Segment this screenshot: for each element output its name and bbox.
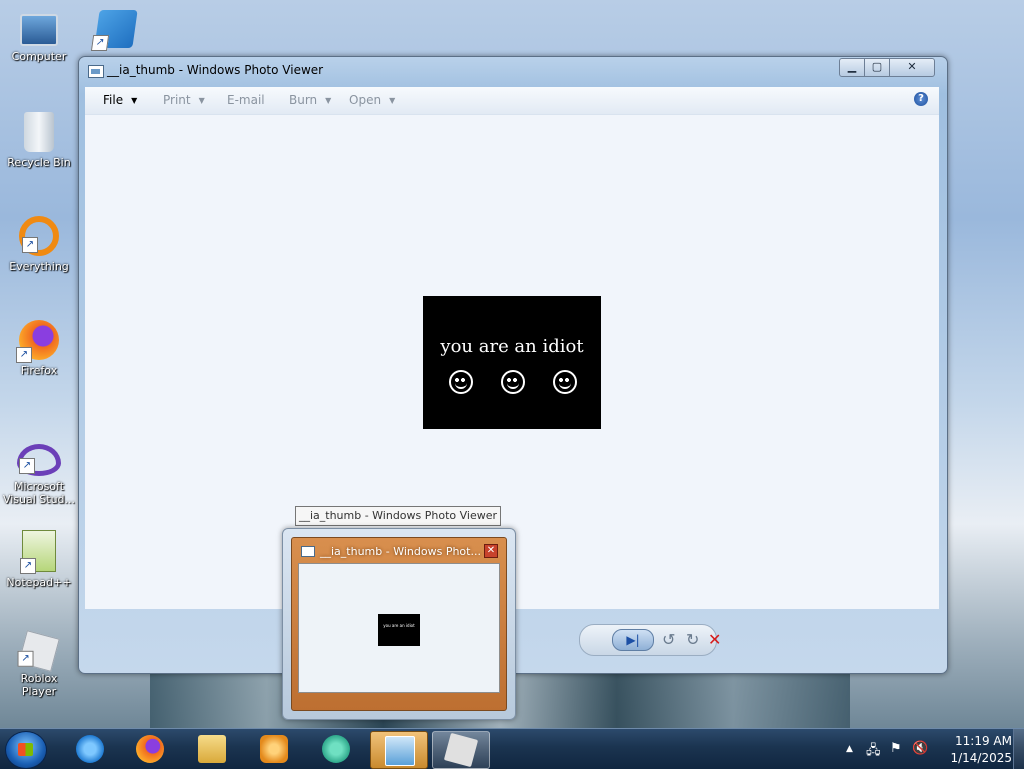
open-menu[interactable]: Open ▼ [349, 93, 395, 107]
minimize-button[interactable]: ▁ [839, 58, 865, 77]
volume-muted-icon[interactable]: 🔇 [912, 741, 928, 756]
desktop-icon-everything[interactable]: ↗ Everything [2, 216, 76, 273]
media-player-icon [260, 735, 288, 763]
windows-logo-icon [18, 743, 33, 756]
desktop-icon-shortcut[interactable]: ↗ [90, 10, 140, 52]
desktop-icon-label: Everything [9, 260, 69, 273]
taskbar-media-player[interactable] [246, 731, 302, 767]
photo-viewer-icon [88, 65, 104, 78]
shortcut-arrow-icon: ↗ [19, 458, 35, 474]
computer-icon [20, 14, 58, 46]
taskbar-internet-explorer[interactable] [62, 731, 118, 767]
file-menu-label: File [103, 93, 124, 107]
thumbnail-photo: you are an idiot [378, 614, 420, 646]
app-shortcut-icon: ↗ [90, 10, 138, 51]
chevron-down-icon: ▼ [198, 96, 205, 105]
file-explorer-icon [198, 735, 226, 763]
shortcut-arrow-icon: ↗ [17, 650, 34, 667]
desktop-icon-label: Firefox [20, 364, 58, 377]
shortcut-arrow-icon: ↗ [20, 558, 36, 574]
print-menu-label: Print [163, 93, 191, 107]
clock-date[interactable]: 1/14/2025 [948, 751, 1012, 765]
taskbar-thumbnail-preview[interactable]: __ia_thumb - Windows Phot... ✕ you are a… [282, 528, 516, 720]
shortcut-arrow-icon: ↗ [90, 35, 110, 51]
window-titlebar[interactable]: __ia_thumb - Windows Photo Viewer ▁ ▢ ✕ [79, 57, 947, 85]
thumbnail-title: __ia_thumb - Windows Phot... [320, 545, 481, 558]
network-icon[interactable]: 🖧 [866, 741, 881, 763]
burn-menu-label: Burn [289, 93, 318, 107]
maximize-icon: ▢ [871, 60, 883, 73]
chevron-down-icon: ▼ [389, 96, 396, 105]
minimize-icon: ▁ [847, 60, 857, 73]
desktop-icon-label: Microsoft Visual Stud... [2, 480, 76, 506]
taskbar-firefox[interactable] [122, 731, 178, 767]
taskbar-tooltip: __ia_thumb - Windows Photo Viewer [295, 506, 501, 526]
rotate-clockwise-icon[interactable]: ↻ [686, 630, 699, 649]
desktop-icon-label: Computer [11, 50, 67, 63]
taskbar-chat-app[interactable] [308, 731, 364, 767]
smiley-face-icon [553, 370, 577, 394]
system-tray: ▲ 🖧 ⚑ 🔇 11:19 AM 1/14/2025 [840, 729, 1024, 769]
displayed-photo: you are an idiot [423, 296, 601, 429]
recycle-bin-icon [24, 112, 54, 152]
roblox-icon: ↗ [17, 630, 60, 672]
thumbnail-window-snapshot: you are an idiot [298, 563, 500, 693]
firefox-icon [136, 735, 164, 763]
smiley-face-icon [501, 370, 525, 394]
action-center-flag-icon[interactable]: ⚑ [890, 741, 902, 756]
taskbar-photo-viewer[interactable] [370, 731, 428, 769]
desktop-icon-computer[interactable]: Computer [2, 10, 76, 63]
photo-viewer-icon [385, 736, 415, 766]
visual-studio-icon: ↗ [17, 444, 61, 476]
file-menu[interactable]: File ▼ [103, 93, 137, 107]
start-button[interactable] [5, 731, 47, 769]
email-button[interactable]: E-mail [227, 93, 265, 107]
desktop-icon-firefox[interactable]: ↗ Firefox [2, 320, 76, 377]
desktop-icon-roblox[interactable]: ↗ Roblox Player [2, 630, 76, 698]
smiley-face-icon [449, 370, 473, 394]
chevron-down-icon: ▼ [131, 96, 138, 105]
notepad-plus-plus-icon: ↗ [20, 530, 56, 574]
desktop-icon-visual-studio[interactable]: ↗ Microsoft Visual Stud... [2, 436, 76, 506]
taskbar-file-explorer[interactable] [184, 731, 240, 767]
close-button[interactable]: ✕ [889, 58, 935, 77]
maximize-button[interactable]: ▢ [864, 58, 890, 77]
desktop-icon-label: Roblox Player [20, 672, 58, 698]
chevron-down-icon: ▼ [325, 96, 332, 105]
thumbnail-photo-caption: you are an idiot [383, 623, 415, 628]
desktop-icon-recycle-bin[interactable]: Recycle Bin [2, 112, 76, 169]
toolbar: File ▼ Print ▼ E-mail Burn ▼ Open ▼ ? [85, 87, 939, 115]
desktop-icon-label: Notepad++ [6, 576, 72, 589]
rotate-counterclockwise-icon[interactable]: ↺ [662, 630, 675, 649]
desktop-icon-notepad-plus-plus[interactable]: ↗ Notepad++ [2, 530, 76, 589]
slideshow-button[interactable]: ▶| [612, 629, 654, 651]
show-hidden-icons-button[interactable]: ▲ [846, 744, 853, 754]
delete-icon[interactable]: ✕ [708, 630, 721, 649]
internet-explorer-icon [76, 735, 104, 763]
email-button-label: E-mail [227, 93, 265, 107]
thumbnail-close-button[interactable]: ✕ [484, 544, 498, 558]
clock-time[interactable]: 11:19 AM [948, 734, 1012, 748]
window-title: __ia_thumb - Windows Photo Viewer [107, 63, 324, 77]
chat-app-icon [322, 735, 350, 763]
thumbnail-frame: __ia_thumb - Windows Phot... ✕ you are a… [291, 537, 507, 711]
desktop-icon-label: Recycle Bin [7, 156, 71, 169]
close-icon: ✕ [907, 60, 917, 73]
show-desktop-button[interactable] [1013, 729, 1024, 769]
photo-viewer-icon [301, 546, 315, 557]
taskbar: ▲ 🖧 ⚑ 🔇 11:19 AM 1/14/2025 [0, 728, 1024, 769]
help-icon[interactable]: ? [914, 92, 928, 106]
photo-caption: you are an idiot [440, 336, 584, 357]
open-menu-label: Open [349, 93, 382, 107]
firefox-icon: ↗ [16, 320, 59, 363]
burn-menu[interactable]: Burn ▼ [289, 93, 331, 107]
print-menu[interactable]: Print ▼ [163, 93, 205, 107]
shortcut-arrow-icon: ↗ [16, 347, 32, 363]
roblox-icon [443, 732, 479, 768]
everything-search-icon: ↗ [19, 216, 59, 256]
taskbar-roblox[interactable] [432, 731, 490, 769]
playback-controls: ▶| ↺ ↻ ✕ [579, 624, 721, 656]
shortcut-arrow-icon: ↗ [22, 237, 38, 253]
